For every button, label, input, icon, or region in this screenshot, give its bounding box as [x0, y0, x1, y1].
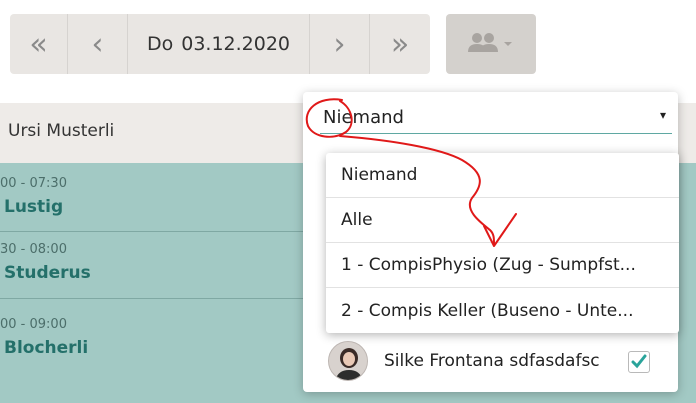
date-display[interactable]: Do 03.12.2020: [128, 14, 310, 74]
next-day-button[interactable]: ›: [310, 14, 370, 74]
dropdown-option-alle[interactable]: Alle: [326, 198, 679, 243]
caret-down-icon: ▾: [659, 108, 666, 122]
calendar-screen: « ‹ Do 03.12.2020 › » Ursi Musterli 00 -…: [0, 0, 696, 403]
user-list-item[interactable]: Silke Frontana sdfasdafsc: [328, 340, 668, 384]
dropdown-option-compisphysio[interactable]: 1 - CompisPhysio (Zug - Sumpfst...: [326, 243, 679, 288]
chevron-left-icon: ‹: [91, 26, 104, 62]
group-select[interactable]: Niemand ▾: [320, 104, 672, 134]
event-time: 00 - 09:00: [0, 317, 67, 332]
group-select-value: Niemand: [323, 107, 404, 128]
resource-name: Ursi Musterli: [8, 121, 115, 141]
event-name[interactable]: Lustig: [4, 197, 63, 217]
people-filter-button[interactable]: [446, 14, 536, 74]
previous-day-button[interactable]: ‹: [68, 14, 128, 74]
dropdown-option-niemand[interactable]: Niemand: [326, 153, 679, 198]
first-page-button[interactable]: «: [10, 14, 68, 74]
event-time: 00 - 07:30: [0, 176, 67, 191]
row-divider: [0, 298, 330, 299]
double-chevron-left-icon: «: [29, 26, 48, 62]
last-page-button[interactable]: »: [370, 14, 430, 74]
avatar: [328, 341, 368, 381]
date-day-label: Do: [146, 33, 174, 55]
row-divider: [0, 231, 330, 232]
double-chevron-right-icon: »: [390, 26, 410, 62]
dropdown-option-compis-keller[interactable]: 2 - Compis Keller (Buseno - Unte...: [326, 288, 679, 333]
people-icon: [468, 33, 512, 52]
user-name: Silke Frontana sdfasdafsc: [384, 351, 600, 371]
event-name[interactable]: Studerus: [4, 263, 91, 283]
group-dropdown-list: Niemand Alle 1 - CompisPhysio (Zug - Sum…: [326, 153, 679, 333]
user-checkbox[interactable]: [628, 351, 650, 373]
event-name[interactable]: Blocherli: [4, 338, 88, 358]
chevron-right-icon: ›: [333, 26, 346, 62]
date-value-label: 03.12.2020: [181, 33, 291, 55]
checkmark-icon: [631, 354, 647, 369]
date-navigation: « ‹ Do 03.12.2020 › »: [10, 14, 430, 74]
event-time: 30 - 08:00: [0, 242, 67, 257]
user-photo-icon: [329, 342, 367, 380]
